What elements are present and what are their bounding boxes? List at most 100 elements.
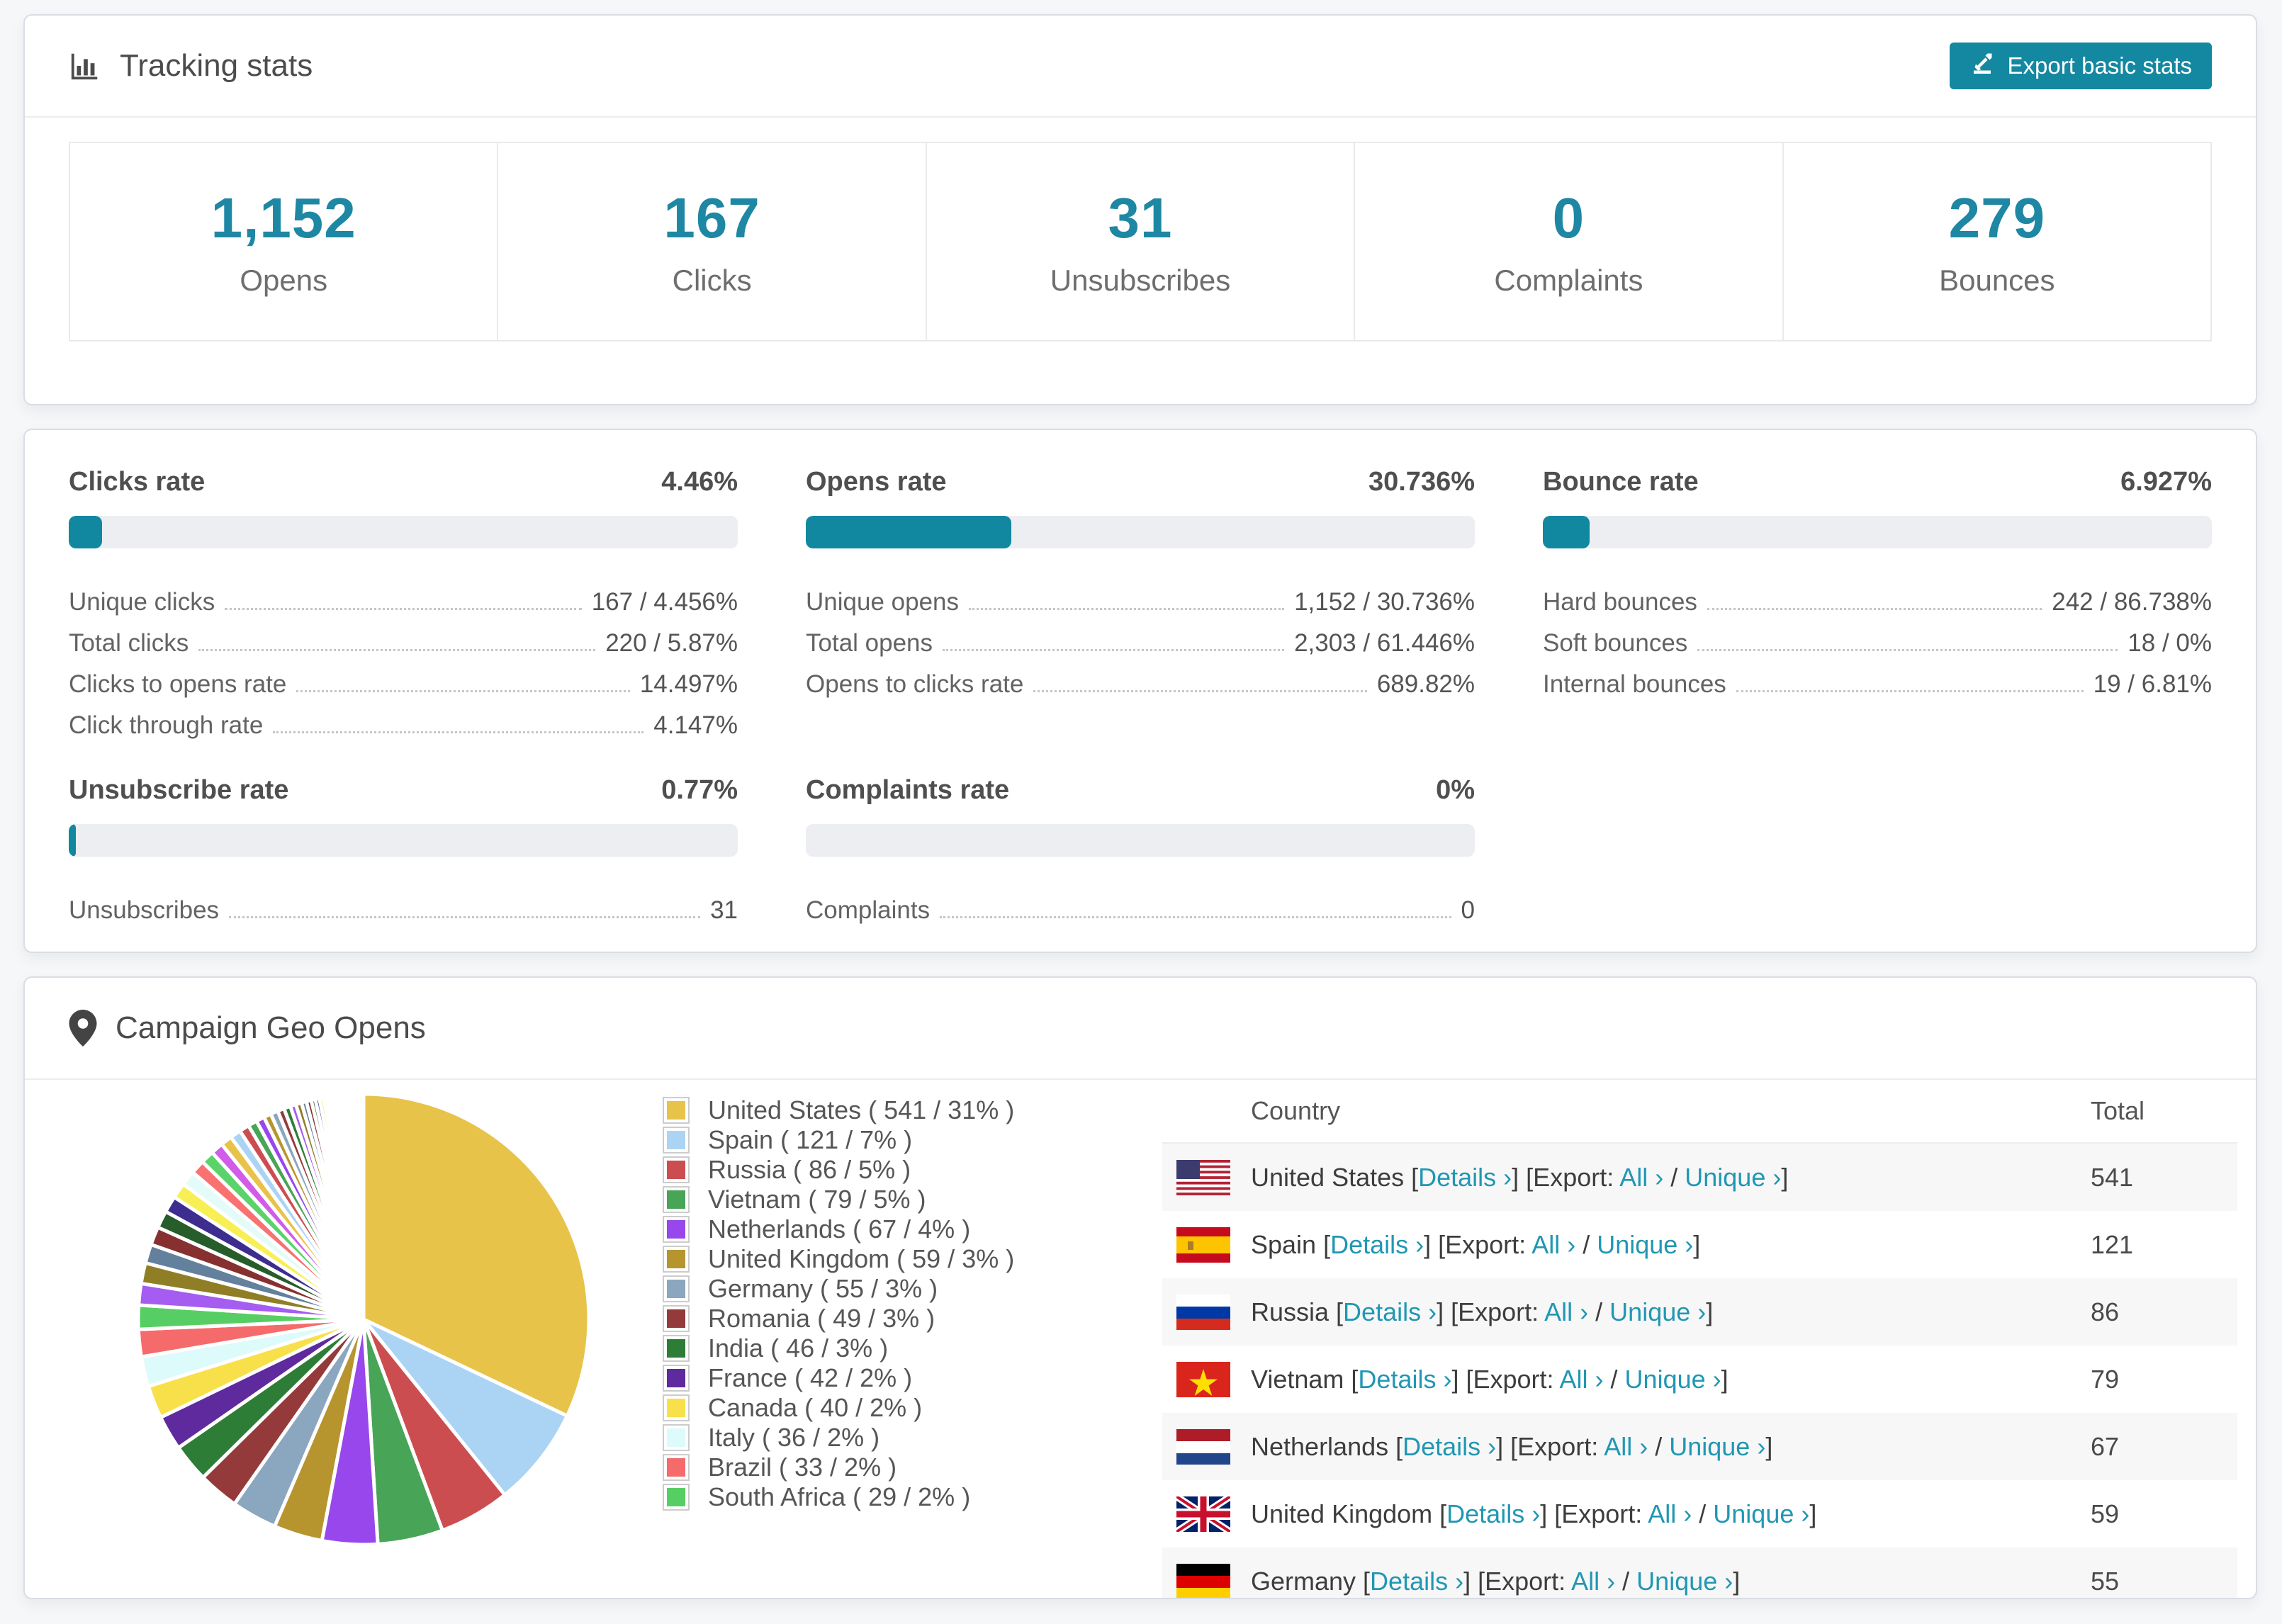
details-link[interactable]: Details › — [1330, 1230, 1424, 1259]
export-unique-link[interactable]: Unique › — [1669, 1432, 1765, 1461]
rate-stat-value: 220 / 5.87% — [605, 629, 738, 657]
export-basic-stats-button[interactable]: Export basic stats — [1949, 43, 2212, 89]
legend-swatch — [663, 1484, 690, 1511]
rate-panel-value: 6.927% — [2120, 467, 2212, 497]
rate-progress-fill — [806, 516, 1011, 548]
rate-panel-value: 30.736% — [1368, 467, 1475, 497]
summary-stat-value: 0 — [1552, 186, 1585, 249]
rate-progress-track — [1543, 516, 2212, 548]
details-link[interactable]: Details › — [1418, 1163, 1512, 1192]
rate-panel-titlebar: Bounce rate 6.927% — [1543, 467, 2212, 497]
details-link[interactable]: Details › — [1446, 1499, 1540, 1528]
bracket-close: ] — [1809, 1499, 1817, 1528]
tracking-stats-title: Tracking stats — [69, 48, 313, 84]
export-unique-link[interactable]: Unique › — [1636, 1567, 1733, 1596]
legend-swatch — [663, 1246, 690, 1273]
dotted-leader — [296, 690, 630, 692]
export-all-link[interactable]: All › — [1544, 1297, 1588, 1326]
legend-label: Vietnam ( 79 / 5% ) — [708, 1185, 926, 1214]
legend-item: Netherlands ( 67 / 4% ) — [663, 1214, 1014, 1244]
details-link[interactable]: Details › — [1403, 1432, 1496, 1461]
rate-stat-row: Unique clicks 167 / 4.456% — [69, 575, 738, 616]
export-all-link[interactable]: All › — [1604, 1432, 1648, 1461]
geo-table-rows: United States [Details ›] [Export: All ›… — [1162, 1144, 2237, 1598]
export-unique-link[interactable]: Unique › — [1597, 1230, 1693, 1259]
rate-stat-value: 1,152 / 30.736% — [1294, 588, 1475, 616]
rate-panel-title: Complaints rate — [806, 775, 1010, 805]
rate-stat-label: Complaints — [806, 896, 931, 924]
rate-stat-label: Unique clicks — [69, 588, 215, 616]
table-row: Netherlands [Details ›] [Export: All › /… — [1162, 1413, 2237, 1480]
rate-panel: Complaints rate 0% Complaints 0 — [806, 775, 1475, 925]
legend-item: France ( 42 / 2% ) — [663, 1363, 1014, 1393]
export-all-link[interactable]: All › — [1560, 1365, 1604, 1394]
slash-text: / — [1663, 1162, 1685, 1192]
details-link[interactable]: Details › — [1358, 1365, 1451, 1394]
bracket-text: ] [Export: — [1424, 1229, 1532, 1259]
summary-stat-value: 167 — [663, 186, 760, 249]
summary-stat-cell: 167 Clicks — [498, 143, 927, 340]
country-cell: Russia [Details ›] [Export: All › / Uniq… — [1251, 1297, 2091, 1327]
rate-panel: Unsubscribe rate 0.77% Unsubscribes 31 — [69, 775, 738, 925]
rate-stat-value: 167 / 4.456% — [591, 588, 738, 616]
legend-swatch — [663, 1275, 690, 1302]
page-title: Tracking stats — [120, 48, 313, 83]
slash-text: / — [1615, 1566, 1637, 1596]
export-unique-link[interactable]: Unique › — [1625, 1365, 1721, 1394]
total-cell: 79 — [2091, 1364, 2120, 1394]
rate-panel-titlebar: Clicks rate 4.46% — [69, 467, 738, 497]
rate-panel-title: Clicks rate — [69, 467, 206, 497]
rate-stat-label: Internal bounces — [1543, 670, 1726, 698]
legend-swatch — [663, 1394, 690, 1421]
flag-us-icon — [1176, 1159, 1230, 1195]
export-all-link[interactable]: All › — [1648, 1499, 1692, 1528]
export-all-link[interactable]: All › — [1571, 1567, 1615, 1596]
summary-stats-strip: 1,152 Opens 167 Clicks 31 Unsubscribes 0 Compla… — [69, 142, 2212, 342]
slash-text: / — [1648, 1431, 1670, 1461]
dotted-leader — [229, 916, 701, 918]
rate-progress-track — [806, 516, 1475, 548]
details-link[interactable]: Details › — [1370, 1567, 1463, 1596]
rate-panel-rows: Complaints 0 — [806, 884, 1475, 925]
legend-item: India ( 46 / 3% ) — [663, 1333, 1014, 1363]
rate-stat-value: 4.147% — [653, 711, 738, 739]
rate-stat-label: Total opens — [806, 629, 933, 657]
rates-card: Clicks rate 4.46% Unique clicks 167 / 4.456… — [23, 429, 2257, 953]
details-link[interactable]: Details › — [1343, 1297, 1437, 1326]
rate-progress-track — [69, 824, 738, 857]
rate-stat-label: Total clicks — [69, 629, 189, 657]
export-all-link[interactable]: All › — [1619, 1163, 1663, 1192]
legend-item: Germany ( 55 / 3% ) — [663, 1274, 1014, 1304]
export-unique-link[interactable]: Unique › — [1609, 1297, 1706, 1326]
export-all-link[interactable]: All › — [1531, 1230, 1575, 1259]
summary-stat-value: 31 — [1108, 186, 1173, 249]
export-unique-link[interactable]: Unique › — [1713, 1499, 1809, 1528]
rate-panel-rows: Hard bounces 242 / 86.738% Soft bounces 18 … — [1543, 575, 2212, 699]
geo-opens-pie-chart[interactable] — [130, 1086, 597, 1553]
rate-stat-label: Soft bounces — [1543, 629, 1688, 657]
country-cell: Vietnam [Details ›] [Export: All › / Uni… — [1251, 1365, 2091, 1394]
bracket-text: ] [Export: — [1463, 1566, 1572, 1596]
total-column-header: Total — [2091, 1096, 2145, 1125]
legend-item: Romania ( 49 / 3% ) — [663, 1304, 1014, 1333]
rate-stat-value: 19 / 6.81% — [2093, 670, 2212, 698]
country-name: Spain [ — [1251, 1229, 1331, 1259]
slash-text: / — [1575, 1229, 1597, 1259]
flag-es-icon — [1176, 1227, 1230, 1263]
legend-swatch — [663, 1305, 690, 1332]
pie-legend: United States ( 541 / 31% ) Spain ( 121 /… — [663, 1095, 1014, 1512]
bracket-text: ] [Export: — [1496, 1431, 1604, 1461]
legend-item: United Kingdom ( 59 / 3% ) — [663, 1244, 1014, 1274]
export-icon — [1969, 50, 1995, 81]
country-column-header: Country — [1251, 1096, 1341, 1125]
total-cell: 541 — [2091, 1162, 2134, 1192]
rate-panel-rows: Unique opens 1,152 / 30.736% Total opens 2,… — [806, 575, 1475, 699]
summary-stat-label: Complaints — [1494, 264, 1643, 297]
pie-svg[interactable] — [130, 1086, 597, 1553]
legend-item: United States ( 541 / 31% ) — [663, 1095, 1014, 1125]
export-unique-link[interactable]: Unique › — [1685, 1163, 1781, 1192]
legend-label: Romania ( 49 / 3% ) — [708, 1304, 935, 1333]
pie-slice-other[interactable] — [361, 1092, 366, 1321]
country-name: United States [ — [1251, 1162, 1419, 1192]
map-pin-icon — [69, 1010, 97, 1047]
